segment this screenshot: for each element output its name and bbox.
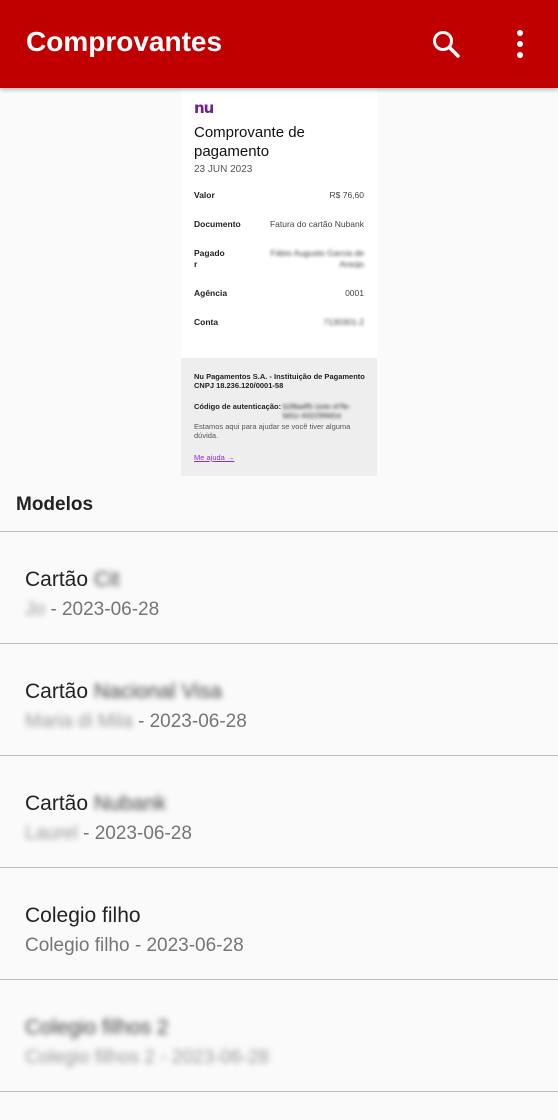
item-subtitle: Laurel - 2023-06-28 (25, 823, 192, 845)
search-icon (433, 31, 460, 58)
item-title-redacted: Nubank (93, 792, 167, 815)
list-item[interactable]: Cartão Nubank Laurel - 2023-06-28 (0, 756, 558, 867)
list-item[interactable]: Cartão Nacional Visa Maria di Mila - 202… (0, 644, 558, 755)
receipt-row-value: Fatura do cartão Nubank (269, 219, 364, 229)
item-subtitle-sep: - (137, 711, 150, 732)
list-item[interactable]: Colegio filhos 2 Colegio filhos 2 - 2023… (0, 980, 558, 1091)
receipt-row-label: Valor (194, 190, 215, 200)
item-title-redacted: Colegio filhos 2 (25, 1016, 169, 1039)
receipt-date: 23 JUN 2023 (194, 164, 253, 175)
section-title: Modelos (16, 494, 94, 515)
more-options-button[interactable] (498, 22, 542, 66)
models-list: Cartão Cit Jo - 2023-06-28 Cartão Nacion… (0, 531, 558, 1092)
item-subtitle-sep: - (83, 823, 95, 844)
item-subtitle-redacted: Colegio filhos 2 - 2023-06-28 (25, 1047, 269, 1068)
receipt-row-value: R$ 76,60 (329, 190, 365, 200)
receipt-support-text: Estamos aqui para ajudar se você tiver a… (194, 422, 351, 440)
receipt-preview[interactable]: nu Comprovante de pagamento 23 JUN 2023 … (181, 88, 377, 476)
receipt-company: Nu Pagamentos S.A. - Instituição de Paga… (194, 372, 365, 381)
item-title: Colegio filho (25, 904, 141, 927)
receipt-auth-code: b2f8a4f5-1e4c-47fe-bd1c-43225f4d1e (283, 402, 351, 420)
item-title: Cartão Cit (25, 568, 120, 592)
item-subtitle-sep: - (50, 599, 62, 620)
receipt-row-label: Conta (194, 317, 219, 327)
item-title-prefix: Cartão (25, 792, 89, 815)
receipt-row-label: Pagado r (194, 248, 225, 269)
list-item[interactable]: Colegio filho Colegio filho - 2023-06-28 (0, 868, 558, 979)
item-title: Cartão Nacional Visa (25, 680, 222, 704)
item-subtitle: Colegio filho - 2023-06-28 (25, 935, 244, 956)
help-link[interactable]: Me ajuda → (194, 453, 234, 462)
item-title-redacted: Cit (93, 568, 120, 591)
item-title-redacted: Nacional Visa (93, 680, 222, 703)
list-item[interactable]: Cartão Cit Jo - 2023-06-28 (0, 532, 558, 643)
nubank-logo: nu (194, 99, 214, 117)
item-subtitle-redacted: Jo (25, 599, 46, 620)
receipt-auth-label: Código de autenticação: (194, 402, 282, 411)
item-date: 2023-06-28 (61, 599, 160, 620)
receipt-title: Comprovante de pagamento (194, 124, 305, 160)
item-date: 2023-06-28 (149, 711, 247, 732)
receipt-footer: Nu Pagamentos S.A. - Instituição de Paga… (181, 358, 377, 476)
receipt-row-label: Documento (194, 219, 241, 229)
item-title-prefix: Cartão (25, 680, 89, 703)
item-subtitle: Maria di Mila - 2023-06-28 (25, 711, 247, 733)
receipt-row-value: 7130301-2 (323, 317, 364, 327)
item-title-prefix: Cartão (25, 568, 89, 591)
app-bar: Comprovantes (0, 0, 558, 88)
item-subtitle: Jo - 2023-06-28 (25, 599, 159, 621)
receipt-row-value: 0001 (345, 288, 364, 298)
more-vertical-icon (517, 30, 523, 58)
receipt-row-label: Agência (194, 288, 228, 298)
divider (0, 1091, 558, 1092)
receipt-cnpj: CNPJ 18.236.120/0001-58 (194, 381, 284, 390)
receipt-row-value: Fábio Augusto Garcia de Araújo (270, 248, 364, 269)
receipt-row-pagador: Pagado r Fábio Augusto Garcia de Araújo (194, 248, 364, 272)
item-subtitle-redacted: Maria di Mila (25, 711, 133, 732)
page-title: Comprovantes (26, 26, 223, 57)
item-title: Cartão Nubank (25, 792, 166, 816)
item-subtitle-redacted: Laurel (25, 823, 78, 844)
item-date: 2023-06-28 (94, 823, 192, 844)
search-button[interactable] (424, 22, 468, 66)
